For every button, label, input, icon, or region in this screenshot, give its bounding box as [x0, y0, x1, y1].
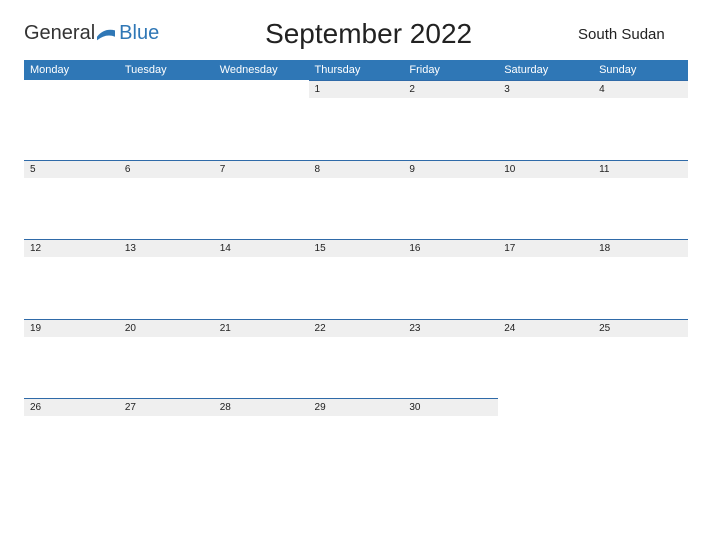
calendar-grid: Monday Tuesday Wednesday Thursday Friday… — [24, 60, 688, 478]
date-cell: 15 — [309, 240, 404, 258]
date-cell: 28 — [214, 399, 309, 417]
date-cell — [119, 81, 214, 99]
date-number-row: 12 13 14 15 16 17 18 — [24, 240, 688, 258]
date-cell: 14 — [214, 240, 309, 258]
date-number-row: 26 27 28 29 30 — [24, 399, 688, 417]
date-cell: 1 — [309, 81, 404, 99]
date-cell: 10 — [498, 160, 593, 178]
date-cell — [498, 399, 593, 417]
date-body-row — [24, 337, 688, 399]
date-cell: 20 — [119, 319, 214, 337]
date-number-row: 1 2 3 4 — [24, 81, 688, 99]
weekday-header: Wednesday — [214, 60, 309, 81]
date-cell: 5 — [24, 160, 119, 178]
date-cell: 30 — [403, 399, 498, 417]
brand-word-blue: Blue — [119, 22, 159, 45]
date-cell: 3 — [498, 81, 593, 99]
date-cell: 4 — [593, 81, 688, 99]
date-cell: 19 — [24, 319, 119, 337]
date-cell: 27 — [119, 399, 214, 417]
weekday-header: Friday — [403, 60, 498, 81]
date-cell: 22 — [309, 319, 404, 337]
brand-swoosh-icon — [97, 27, 115, 41]
date-cell: 29 — [309, 399, 404, 417]
header: General Blue September 2022 South Sudan — [24, 18, 688, 50]
date-number-row: 5 6 7 8 9 10 11 — [24, 160, 688, 178]
date-cell: 18 — [593, 240, 688, 258]
date-cell: 16 — [403, 240, 498, 258]
date-cell: 7 — [214, 160, 309, 178]
brand-logo: General Blue — [24, 18, 159, 45]
date-cell: 17 — [498, 240, 593, 258]
weekday-header: Saturday — [498, 60, 593, 81]
date-body-row — [24, 178, 688, 240]
date-cell: 24 — [498, 319, 593, 337]
date-cell — [24, 81, 119, 99]
date-body-row — [24, 98, 688, 160]
brand-word-general: General — [24, 22, 95, 45]
date-body-row — [24, 416, 688, 478]
date-cell: 2 — [403, 81, 498, 99]
weekday-header: Tuesday — [119, 60, 214, 81]
date-number-row: 19 20 21 22 23 24 25 — [24, 319, 688, 337]
date-cell: 12 — [24, 240, 119, 258]
date-cell: 11 — [593, 160, 688, 178]
date-cell: 21 — [214, 319, 309, 337]
region-label: South Sudan — [578, 18, 688, 43]
date-cell: 13 — [119, 240, 214, 258]
weekday-header-row: Monday Tuesday Wednesday Thursday Friday… — [24, 60, 688, 81]
date-cell: 26 — [24, 399, 119, 417]
date-cell: 9 — [403, 160, 498, 178]
weekday-header: Monday — [24, 60, 119, 81]
date-cell: 6 — [119, 160, 214, 178]
date-cell — [214, 81, 309, 99]
weekday-header: Sunday — [593, 60, 688, 81]
page-title: September 2022 — [159, 18, 578, 50]
weekday-header: Thursday — [309, 60, 404, 81]
date-cell: 8 — [309, 160, 404, 178]
date-cell — [593, 399, 688, 417]
date-cell: 23 — [403, 319, 498, 337]
date-cell: 25 — [593, 319, 688, 337]
date-body-row — [24, 257, 688, 319]
